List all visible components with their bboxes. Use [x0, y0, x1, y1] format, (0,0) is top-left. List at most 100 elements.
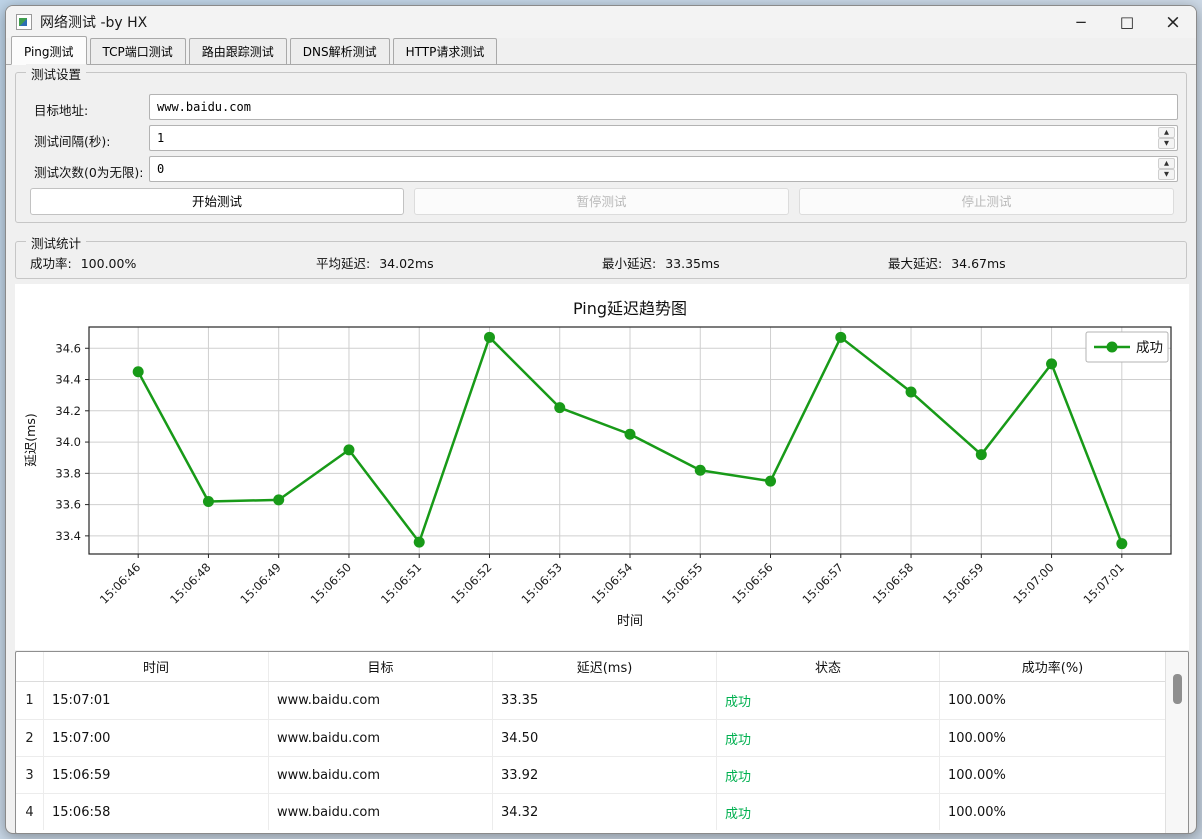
- results-table: 时间 目标 延迟(ms) 状态 成功率(%) 1 15:07:01 www.baid…: [15, 651, 1189, 833]
- y-tick-label: 33.8: [55, 466, 81, 480]
- cell-success-rate: 100.00%: [948, 767, 1006, 783]
- x-tick-label: 15:06:46: [97, 560, 143, 606]
- table-row[interactable]: 1 15:07:01 www.baidu.com 33.35 成功 100.00%: [16, 682, 1165, 719]
- table-row[interactable]: 2 15:07:00 www.baidu.com 34.50 成功 100.00%: [16, 719, 1165, 756]
- data-point: [694, 464, 706, 476]
- y-tick-label: 33.6: [55, 498, 81, 512]
- x-tick-label: 15:06:55: [659, 560, 705, 606]
- chart-title: Ping延迟趋势图: [573, 299, 687, 318]
- interval-label: 测试间隔(秒):: [34, 134, 111, 149]
- app-icon: [16, 14, 32, 30]
- test-statistics-group: 测试统计 成功率: 100.00% 平均延迟: 34.02ms 最小延迟: 33.35…: [15, 233, 1187, 279]
- maximize-button[interactable]: □: [1104, 6, 1150, 38]
- start-test-button[interactable]: 开始测试: [30, 188, 404, 215]
- data-point: [554, 402, 566, 414]
- data-point: [132, 366, 144, 378]
- stop-test-button[interactable]: 停止测试: [799, 188, 1174, 215]
- max-latency-stat: 最大延迟: 34.67ms: [888, 253, 1006, 272]
- tab-dns-test[interactable]: DNS解析测试: [289, 38, 390, 64]
- table-row[interactable]: 4 15:06:58 www.baidu.com 34.32 成功 100.00%: [16, 793, 1165, 830]
- cell-target: www.baidu.com: [269, 682, 493, 719]
- cell-latency: 34.50: [493, 720, 717, 756]
- data-point: [905, 386, 917, 398]
- col-success-rate: 成功率(%): [1021, 661, 1084, 676]
- x-tick-label: 15:06:57: [799, 560, 845, 606]
- app-icon-glyph: [19, 18, 27, 26]
- cell-status: 成功: [717, 757, 940, 793]
- chart-grid: [89, 327, 1171, 554]
- chart-legend: 成功: [1085, 331, 1169, 363]
- spin-down-icon[interactable]: ▼: [1158, 138, 1175, 149]
- x-tick-label: 15:06:58: [870, 560, 916, 606]
- close-button[interactable]: ×: [1150, 6, 1196, 38]
- minimize-icon: −: [1074, 13, 1088, 31]
- x-tick-label: 15:06:49: [237, 560, 283, 606]
- stat-label: 成功率:: [30, 256, 72, 271]
- tab-traceroute-test[interactable]: 路由跟踪测试: [188, 38, 287, 64]
- stat-value: 34.02ms: [379, 256, 434, 271]
- cell-latency: 34.32: [493, 794, 717, 830]
- tab-ping-test[interactable]: Ping测试: [11, 36, 87, 65]
- row-number: 3: [16, 757, 44, 793]
- y-axis-label: 延迟(ms): [23, 413, 38, 466]
- tab-tcp-port-test[interactable]: TCP端口测试: [89, 38, 186, 64]
- cell-latency: 33.92: [493, 757, 717, 793]
- x-tick-label: 15:06:56: [729, 560, 775, 606]
- count-input[interactable]: [149, 156, 1178, 182]
- spin-down-icon[interactable]: ▼: [1158, 169, 1175, 180]
- test-settings-group: 测试设置 目标地址: 测试间隔(秒): ▲ ▼ 测试次数(0为无限): ▲ ▼ …: [15, 64, 1187, 223]
- x-axis-label: 时间: [617, 614, 643, 629]
- data-point: [413, 536, 425, 548]
- results-table-body: 1 15:07:01 www.baidu.com 33.35 成功 100.00% 2 15:…: [16, 682, 1165, 830]
- interval-input[interactable]: [149, 125, 1178, 151]
- table-scrollbar[interactable]: [1165, 652, 1188, 833]
- x-tick-label: 15:07:00: [1010, 560, 1056, 606]
- window-controls: − □ ×: [1058, 6, 1196, 38]
- stats-group-title: 测试统计: [26, 233, 87, 252]
- cell-status: 成功: [717, 720, 940, 756]
- table-scrollbar-thumb[interactable]: [1173, 674, 1182, 704]
- spin-up-icon[interactable]: ▲: [1158, 158, 1175, 169]
- tab-http-test[interactable]: HTTP请求测试: [392, 38, 498, 64]
- results-table-main: 时间 目标 延迟(ms) 状态 成功率(%) 1 15:07:01 www.baid…: [16, 652, 1165, 833]
- cell-time: 15:07:00: [44, 720, 269, 756]
- y-tick-label: 34.0: [55, 435, 81, 449]
- x-tick-label: 15:07:01: [1081, 560, 1127, 606]
- table-row[interactable]: 3 15:06:59 www.baidu.com 33.92 成功 100.00%: [16, 756, 1165, 793]
- cell-target: www.baidu.com: [269, 720, 493, 756]
- stat-value: 100.00%: [80, 256, 137, 271]
- row-number-header: [16, 652, 44, 681]
- success-rate-stat: 成功率: 100.00%: [30, 253, 136, 272]
- count-spinner: ▲ ▼: [1158, 158, 1175, 180]
- data-point: [1116, 538, 1128, 550]
- results-table-header: 时间 目标 延迟(ms) 状态 成功率(%): [16, 652, 1165, 682]
- x-tick-label: 15:06:59: [940, 560, 986, 606]
- stat-value: 33.35ms: [665, 256, 720, 271]
- cell-target: www.baidu.com: [269, 757, 493, 793]
- minimize-button[interactable]: −: [1058, 6, 1104, 38]
- cell-target: www.baidu.com: [269, 794, 493, 830]
- target-address-label: 目标地址:: [34, 103, 89, 118]
- data-point: [624, 428, 636, 440]
- cell-status: 成功: [717, 682, 940, 719]
- data-point: [483, 331, 495, 343]
- cell-success-rate: 100.00%: [948, 804, 1006, 820]
- chart-canvas: 33.4 33.6 33.8 34.0 34.2 34.4 34.6 15:06:46 15:0…: [23, 299, 1172, 629]
- app-window: 网络测试 -by HX − □ × Ping测试 TCP端口测试 路由跟踪测试 …: [5, 5, 1197, 834]
- interval-spinner: ▲ ▼: [1158, 127, 1175, 149]
- min-latency-stat: 最小延迟: 33.35ms: [602, 253, 720, 272]
- legend-marker: [1106, 341, 1118, 353]
- stat-label: 最小延迟:: [602, 256, 657, 271]
- pause-test-button[interactable]: 暂停测试: [414, 188, 789, 215]
- x-tick-label: 15:06:54: [589, 560, 635, 606]
- cell-latency: 33.35: [493, 682, 717, 719]
- spin-up-icon[interactable]: ▲: [1158, 127, 1175, 138]
- x-tick-label: 15:06:50: [308, 560, 354, 606]
- cell-success-rate: 100.00%: [948, 730, 1006, 746]
- data-point: [343, 444, 355, 456]
- col-status: 状态: [717, 652, 940, 681]
- data-point: [835, 331, 847, 343]
- tab-bar: Ping测试 TCP端口测试 路由跟踪测试 DNS解析测试 HTTP请求测试: [6, 36, 1196, 65]
- cell-success-rate: 100.00%: [948, 693, 1006, 708]
- target-address-input[interactable]: [149, 94, 1178, 120]
